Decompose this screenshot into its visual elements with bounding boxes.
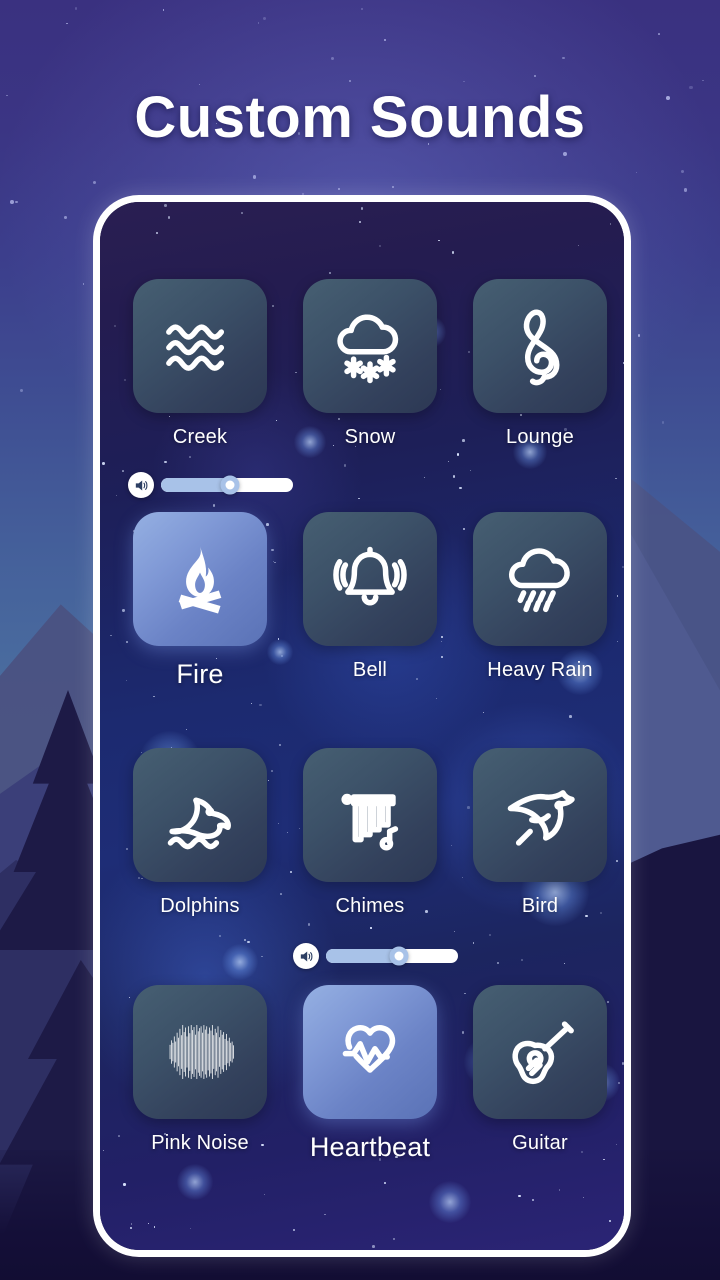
sound-tile-bird[interactable]: Bird (473, 748, 607, 918)
campfire-icon (159, 538, 241, 620)
sound-tile-label: Fire (176, 659, 224, 689)
guitar-icon (499, 1011, 581, 1093)
sound-tile-button[interactable] (303, 985, 437, 1119)
sound-tile-label: Chimes (335, 895, 405, 917)
bird-icon (499, 774, 581, 856)
volume-slider-fill (326, 949, 399, 963)
treble-clef-icon (499, 305, 581, 387)
speaker-icon[interactable] (128, 472, 154, 498)
sound-tile-bell[interactable]: Bell (303, 512, 437, 682)
heartbeat-icon (329, 1011, 411, 1093)
sound-tile-heartbeat[interactable]: Heartbeat (303, 985, 437, 1163)
sound-tile-button[interactable] (473, 985, 607, 1119)
sound-tile-label: Snow (344, 426, 396, 448)
speaker-icon[interactable] (293, 943, 319, 969)
sound-tile-creek[interactable]: Creek (133, 279, 267, 449)
rain-cloud-icon (499, 538, 581, 620)
sound-tile-label: Creek (172, 426, 228, 448)
volume-slider-thumb[interactable] (389, 946, 409, 966)
sound-tile-label: Bird (521, 895, 559, 917)
sound-tile-button[interactable] (303, 279, 437, 413)
sound-tile-label: Bell (352, 659, 388, 681)
sound-tile-label: Heartbeat (309, 1132, 431, 1162)
bell-icon (329, 538, 411, 620)
sound-grid: Creek Snow Lounge Fire Bell Heavy Rain D… (100, 202, 624, 1250)
phone-frame: Creek Snow Lounge Fire Bell Heavy Rain D… (93, 195, 631, 1257)
sound-tile-button[interactable] (473, 748, 607, 882)
sound-tile-dolphins[interactable]: Dolphins (133, 748, 267, 918)
sound-tile-guitar[interactable]: Guitar (473, 985, 607, 1155)
dolphin-icon (159, 774, 241, 856)
volume-slider-creek[interactable] (128, 472, 293, 498)
sound-tile-label: Heavy Rain (487, 659, 593, 681)
volume-slider-track[interactable] (326, 946, 458, 966)
night-scene-background: Custom Sounds Creek Snow Lounge Fire Bel… (0, 0, 720, 1280)
sound-tile-label: Lounge (506, 426, 574, 448)
volume-slider-track[interactable] (161, 475, 293, 495)
sound-tile-heavy-rain[interactable]: Heavy Rain (473, 512, 607, 682)
sound-tile-lounge[interactable]: Lounge (473, 279, 607, 449)
sound-tile-button[interactable] (133, 512, 267, 646)
sound-tile-label: Guitar (512, 1132, 568, 1154)
waves-icon (159, 305, 241, 387)
sound-tile-button[interactable] (133, 279, 267, 413)
sound-tile-button[interactable] (303, 512, 437, 646)
sound-tile-fire[interactable]: Fire (133, 512, 267, 690)
pan-flute-icon (329, 774, 411, 856)
sound-tile-snow[interactable]: Snow (303, 279, 437, 449)
sound-tile-button[interactable] (133, 748, 267, 882)
sound-tile-button[interactable] (473, 279, 607, 413)
sound-tile-button[interactable] (303, 748, 437, 882)
phone-screen: Creek Snow Lounge Fire Bell Heavy Rain D… (100, 202, 624, 1250)
sound-tile-chimes[interactable]: Chimes (303, 748, 437, 918)
snow-cloud-icon (329, 305, 411, 387)
volume-slider-chimes[interactable] (293, 943, 458, 969)
waveform-icon (159, 1011, 241, 1093)
volume-slider-thumb[interactable] (220, 475, 240, 495)
sound-tile-label: Dolphins (160, 895, 240, 917)
sound-tile-button[interactable] (133, 985, 267, 1119)
sound-tile-button[interactable] (473, 512, 607, 646)
page-title: Custom Sounds (134, 85, 586, 150)
sound-tile-label: Pink Noise (151, 1132, 249, 1154)
sound-tile-pink-noise[interactable]: Pink Noise (133, 985, 267, 1155)
